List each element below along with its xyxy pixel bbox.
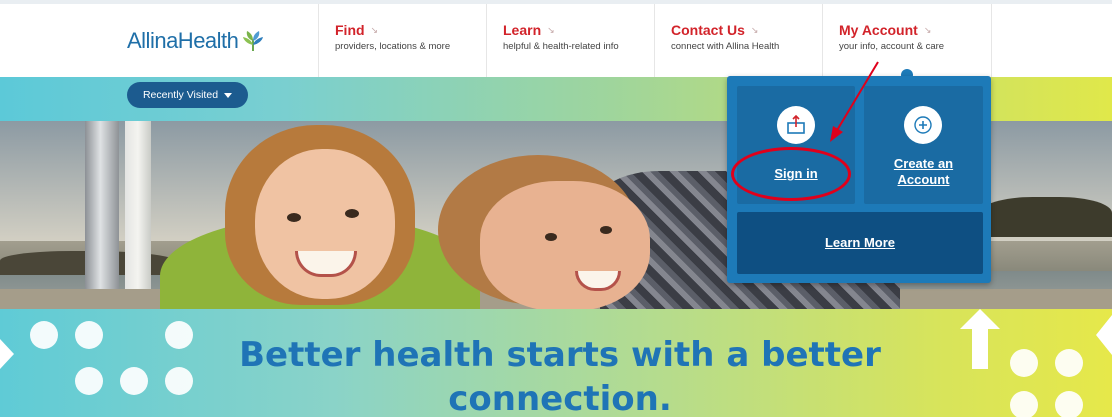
- decorative-dot: [1055, 349, 1083, 377]
- boy-face: [480, 181, 650, 309]
- nav-learn[interactable]: Learn ↘ helpful & health-related info: [486, 4, 654, 77]
- arrow-up-icon: [960, 309, 1000, 369]
- nav-my-account[interactable]: My Account ↘ your info, account & care: [822, 4, 992, 77]
- tagline-banner: Better health starts with a better conne…: [0, 309, 1112, 417]
- tree-line: [980, 197, 1112, 237]
- chevron-down-icon: ↘: [547, 24, 555, 35]
- chevron-right-icon: [0, 339, 14, 369]
- nav-account-subtitle: your info, account & care: [839, 41, 945, 52]
- chevron-left-icon: [1096, 315, 1112, 355]
- decorative-dot: [165, 367, 193, 395]
- tagline-line-2: connection.: [448, 379, 672, 417]
- boy-eye: [545, 233, 557, 241]
- logo-text: AllinaHealth: [127, 28, 239, 53]
- decorative-dot: [75, 321, 103, 349]
- decorative-dot: [1010, 349, 1038, 377]
- boy-eye: [600, 226, 612, 234]
- create-account-line-1: Create an: [893, 156, 954, 171]
- decorative-dot: [120, 367, 148, 395]
- chevron-down-icon: ↘: [750, 24, 759, 35]
- dock-pole: [85, 121, 119, 309]
- tagline-headline: Better health starts with a better conne…: [200, 333, 920, 417]
- dock-pole: [125, 121, 151, 309]
- create-account-link[interactable]: Create an Account: [864, 156, 983, 188]
- nav-account-title: My Account: [839, 22, 918, 38]
- decorative-dot: [165, 321, 193, 349]
- sign-in-icon: [777, 106, 815, 144]
- nav-find-subtitle: providers, locations & more: [335, 41, 451, 52]
- nav-learn-title: Learn: [503, 22, 542, 38]
- nav-contact-subtitle: connect with Allina Health: [671, 41, 780, 52]
- chevron-down-icon: ↘: [370, 24, 379, 35]
- create-account-tile[interactable]: Create an Account: [864, 86, 983, 204]
- caret-down-icon: [224, 92, 233, 98]
- girl-eye: [345, 209, 359, 218]
- learn-more-tile[interactable]: Learn More: [737, 212, 983, 274]
- decorative-dot: [1055, 391, 1083, 417]
- recently-visited-label: Recently Visited: [142, 89, 219, 101]
- tagline-line-1: Better health starts with a better: [239, 335, 881, 375]
- recently-visited-button[interactable]: Recently Visited: [127, 82, 248, 108]
- annotation-circle: [731, 147, 851, 201]
- girl-eye: [287, 213, 301, 222]
- nav-contact-us[interactable]: Contact Us ↘ connect with Allina Health: [654, 4, 822, 77]
- plus-circle-icon: [904, 106, 942, 144]
- nav-learn-subtitle: helpful & health-related info: [503, 41, 619, 52]
- create-account-line-2: Account: [897, 172, 950, 187]
- decorative-dot: [30, 321, 58, 349]
- nav-contact-title: Contact Us: [671, 22, 745, 38]
- leaf-logo-icon: [243, 31, 264, 51]
- allina-health-logo[interactable]: AllinaHealth: [127, 26, 264, 56]
- nav-find-title: Find: [335, 22, 365, 38]
- decorative-dot: [75, 367, 103, 395]
- decorative-dot: [1010, 391, 1038, 417]
- chevron-down-icon: ↘: [923, 24, 932, 35]
- learn-more-link[interactable]: Learn More: [737, 235, 983, 251]
- nav-find[interactable]: Find ↘ providers, locations & more: [318, 4, 486, 77]
